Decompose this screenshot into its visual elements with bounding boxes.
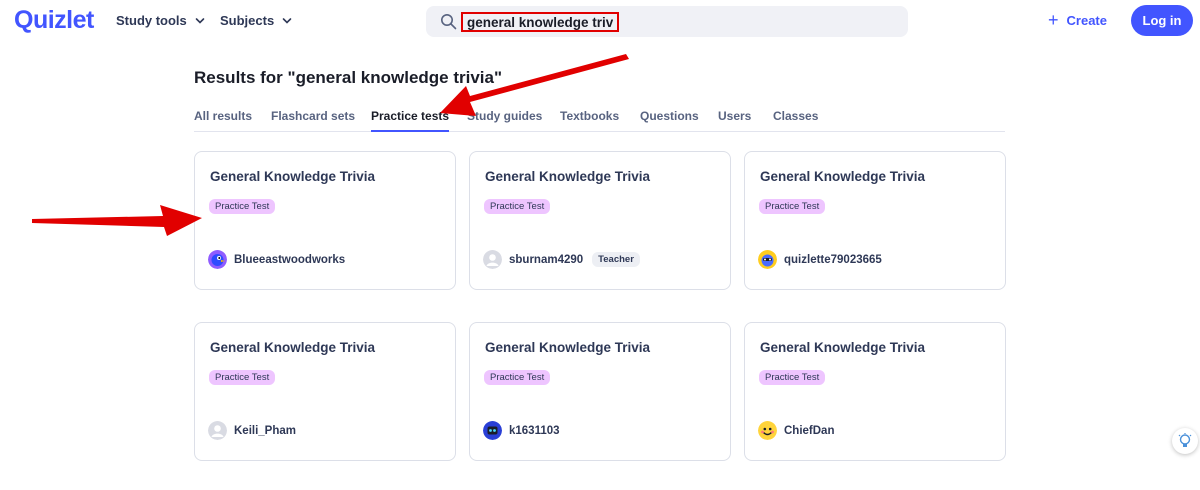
chevron-down-icon xyxy=(195,17,205,24)
practice-test-card[interactable]: General Knowledge Trivia Practice Test K… xyxy=(194,322,456,461)
card-title: General Knowledge Trivia xyxy=(210,340,376,355)
practice-test-badge: Practice Test xyxy=(759,370,826,385)
practice-test-card[interactable]: General Knowledge Trivia Practice Test B… xyxy=(194,151,456,290)
top-nav-bar: Quizlet Study tools Subjects + Create Lo… xyxy=(0,0,1200,42)
card-title: General Knowledge Trivia xyxy=(210,169,376,184)
tab-all-results[interactable]: All results xyxy=(194,109,252,123)
card-author[interactable]: sburnam4290 Teacher xyxy=(483,250,640,269)
author-name: Blueeastwoodworks xyxy=(234,253,346,266)
author-name: quizlette79023665 xyxy=(784,253,882,266)
card-author[interactable]: ChiefDan xyxy=(758,421,834,440)
plus-icon: + xyxy=(1048,10,1059,30)
practice-test-card[interactable]: General Knowledge Trivia Practice Test C… xyxy=(744,322,1006,461)
chevron-down-icon xyxy=(282,17,292,24)
practice-test-badge: Practice Test xyxy=(759,199,826,214)
search-bar[interactable] xyxy=(426,6,908,37)
study-tools-label: Study tools xyxy=(116,13,187,28)
tab-textbooks[interactable]: Textbooks xyxy=(560,109,619,123)
tab-classes[interactable]: Classes xyxy=(773,109,818,123)
card-title: General Knowledge Trivia xyxy=(760,340,926,355)
practice-test-badge: Practice Test xyxy=(484,199,551,214)
login-button[interactable]: Log in xyxy=(1131,5,1193,36)
create-label: Create xyxy=(1066,13,1107,28)
author-name: k1631103 xyxy=(509,424,560,437)
search-input[interactable] xyxy=(461,12,619,32)
result-tabs: All results Flashcard sets Practice test… xyxy=(194,108,1005,132)
study-tools-menu[interactable]: Study tools xyxy=(116,13,205,28)
subjects-label: Subjects xyxy=(220,13,275,28)
lightbulb-icon xyxy=(1178,433,1192,447)
subjects-menu[interactable]: Subjects xyxy=(220,13,292,28)
tab-practice-tests[interactable]: Practice tests xyxy=(371,109,450,132)
card-author[interactable]: Blueeastwoodworks xyxy=(208,250,345,269)
tab-flashcard-sets[interactable]: Flashcard sets xyxy=(271,109,355,123)
practice-test-badge: Practice Test xyxy=(209,370,276,385)
mascot-avatar-icon xyxy=(758,250,777,269)
create-button[interactable]: + Create xyxy=(1048,10,1107,30)
card-author[interactable]: quizlette79023665 xyxy=(758,250,882,269)
teacher-badge: Teacher xyxy=(592,252,640,267)
card-title: General Knowledge Trivia xyxy=(760,169,926,184)
robot-avatar-icon xyxy=(483,421,502,440)
author-name: ChiefDan xyxy=(784,424,835,437)
search-icon xyxy=(441,14,457,30)
smiley-avatar-icon xyxy=(758,421,777,440)
card-author[interactable]: Keili_Pham xyxy=(208,421,296,440)
card-title: General Knowledge Trivia xyxy=(485,340,651,355)
bird-avatar-icon xyxy=(208,250,227,269)
author-name: Keili_Pham xyxy=(234,424,296,437)
practice-test-badge: Practice Test xyxy=(209,199,276,214)
card-author[interactable]: k1631103 xyxy=(483,421,560,440)
page-title: Results for "general knowledge trivia" xyxy=(194,68,503,87)
practice-test-badge: Practice Test xyxy=(484,370,551,385)
default-avatar-icon xyxy=(483,250,502,269)
tab-users[interactable]: Users xyxy=(718,109,751,123)
default-avatar-icon xyxy=(208,421,227,440)
author-name: sburnam4290 xyxy=(509,253,584,266)
card-title: General Knowledge Trivia xyxy=(485,169,651,184)
help-button[interactable] xyxy=(1172,428,1198,454)
practice-test-card[interactable]: General Knowledge Trivia Practice Test q… xyxy=(744,151,1006,290)
practice-test-card[interactable]: General Knowledge Trivia Practice Test s… xyxy=(469,151,731,290)
tab-questions[interactable]: Questions xyxy=(640,109,699,123)
tab-study-guides[interactable]: Study guides xyxy=(467,109,542,123)
annotation-arrow-icon xyxy=(32,205,202,236)
quizlet-logo[interactable]: Quizlet xyxy=(14,6,94,35)
practice-test-card[interactable]: General Knowledge Trivia Practice Test k… xyxy=(469,322,731,461)
